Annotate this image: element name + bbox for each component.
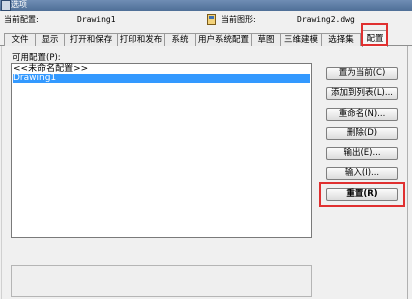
tab-3d-modeling[interactable]: 三维建模 xyxy=(280,33,322,46)
rename-button[interactable]: 重命名(N)... xyxy=(326,108,398,121)
profiles-tab-highlight xyxy=(361,23,388,46)
tab-system[interactable]: 系统 xyxy=(164,33,196,46)
current-profile-label: 当前配置: xyxy=(4,15,39,24)
tab-selection[interactable]: 选择集 xyxy=(321,33,361,46)
tab-open-save[interactable]: 打开和保存 xyxy=(64,33,118,46)
profiles-list[interactable]: <<未命名配置>> Drawing1 xyxy=(11,63,312,238)
reset-button-highlight xyxy=(319,182,405,207)
tab-user-preferences[interactable]: 用户系统配置 xyxy=(195,33,252,46)
app-icon xyxy=(1,0,11,11)
description-box xyxy=(11,265,312,297)
add-to-list-button[interactable]: 添加到列表(L)... xyxy=(326,87,398,100)
delete-button[interactable]: 删除(D) xyxy=(326,127,398,140)
set-current-button[interactable]: 置为当前(C) xyxy=(326,67,398,80)
panel-right-border xyxy=(407,46,408,299)
drawing-file-icon xyxy=(207,14,216,25)
current-profile-value: Drawing1 xyxy=(77,15,116,24)
tab-plot-publish[interactable]: 打印和发布 xyxy=(117,33,165,46)
title-bar[interactable] xyxy=(0,0,412,11)
list-item-drawing1[interactable]: Drawing1 xyxy=(13,74,310,83)
import-button[interactable]: 输入(I)... xyxy=(326,167,398,180)
current-drawing-value: Drawing2.dwg xyxy=(297,15,355,24)
tab-files[interactable]: 文件 xyxy=(4,33,36,46)
tab-drafting[interactable]: 草图 xyxy=(251,33,281,46)
list-item-unnamed-profile[interactable]: <<未命名配置>> xyxy=(13,65,310,74)
current-drawing-label: 当前图形: xyxy=(221,15,256,24)
panel-left-border xyxy=(1,46,2,299)
available-profiles-label: 可用配置(P): xyxy=(12,53,61,63)
window-title: 选项 xyxy=(11,0,27,9)
export-button[interactable]: 输出(E)... xyxy=(326,147,398,160)
tab-display[interactable]: 显示 xyxy=(35,33,65,46)
